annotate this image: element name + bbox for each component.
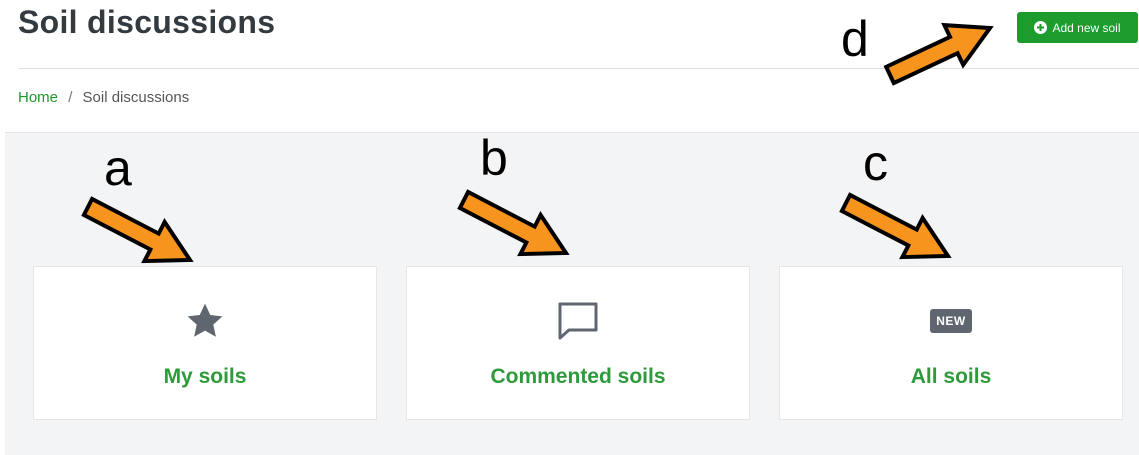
annotation-label-b: b — [480, 130, 508, 186]
commented-soils-card[interactable]: Commented soils — [406, 266, 750, 420]
header-divider — [18, 68, 1139, 69]
all-soils-card[interactable]: NEW All soils — [779, 266, 1123, 420]
new-badge-icon: NEW — [930, 303, 972, 339]
annotation-label-d: d — [841, 11, 869, 67]
comment-icon — [556, 302, 600, 340]
breadcrumb-current: Soil discussions — [82, 89, 190, 106]
annotation-label-a: a — [104, 140, 132, 196]
annotation-arrow-d — [883, 22, 994, 86]
breadcrumb-separator: / — [68, 89, 73, 106]
add-new-soil-label: Add new soil — [1052, 20, 1121, 35]
annotation-label-c: c — [863, 135, 888, 191]
my-soils-label: My soils — [163, 365, 247, 388]
page-title: Soil discussions — [18, 4, 276, 40]
my-soils-card[interactable]: My soils — [33, 266, 377, 420]
add-new-soil-button[interactable]: Add new soil — [1017, 12, 1138, 43]
star-icon — [185, 303, 225, 339]
all-soils-label: All soils — [910, 365, 992, 388]
breadcrumb-home-link[interactable]: Home — [18, 89, 58, 106]
commented-soils-label: Commented soils — [490, 365, 666, 388]
plus-circle-icon — [1034, 21, 1048, 34]
breadcrumb: Home / Soil discussions — [18, 89, 189, 106]
